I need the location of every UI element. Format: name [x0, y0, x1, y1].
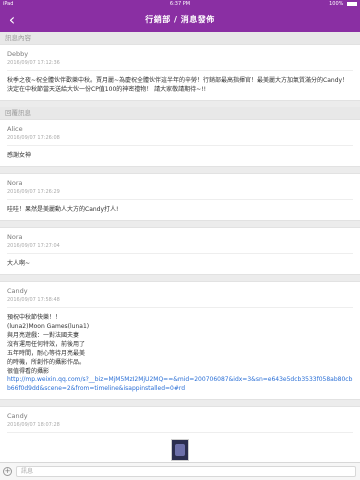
clock: 6:37 PM — [169, 1, 191, 7]
message-card: Debby 2016/09/07 17:12:36 秋季之夜~祝全體伙伴歡樂中秋… — [0, 44, 360, 101]
battery-icon — [347, 1, 357, 6]
message-author: Debby — [7, 50, 29, 58]
scroll-content[interactable]: 訊息內容 Debby 2016/09/07 17:12:36 秋季之夜~祝全體伙… — [0, 32, 360, 462]
reply-author: Nora — [7, 233, 23, 241]
reply-card: Candy 2016/09/07 18:07:28 — [0, 406, 360, 462]
reply-author: Alice — [7, 125, 23, 133]
shared-link[interactable]: http://mp.weixin.qq.com/s?__biz=MjM5MzI2… — [7, 376, 353, 393]
message-body: 秋季之夜~祝全體伙伴歡樂中秋。賈月麗~為慶祝全體伙伴這半年的辛勞！行銷部最高指揮… — [7, 77, 349, 93]
page-title: 行銷部 / 消息發佈 — [145, 15, 215, 24]
reply-body: 預祝中秋節快樂！！ (luna2)Moon Games(luna1) 與月亮遊戲… — [7, 314, 90, 375]
reply-author: Candy — [7, 287, 28, 295]
reply-time: 2016/09/07 17:26:29 — [7, 189, 353, 200]
reply-card: Alice 2016/09/07 17:26:08 感謝女神 — [0, 119, 360, 167]
reply-author: Candy — [7, 412, 28, 420]
message-input[interactable] — [16, 466, 356, 477]
reply-time: 2016/09/07 17:26:08 — [7, 135, 353, 146]
photo-thumbnail[interactable] — [171, 439, 189, 461]
reply-author: Nora — [7, 179, 23, 187]
reply-section-header: 回覆訊息 — [0, 107, 360, 119]
reply-body: 大人啊~ — [7, 260, 31, 267]
battery-indicator: 100% — [329, 1, 357, 7]
reply-card: Nora 2016/09/07 17:26:29 哇哇！果然是美麗動人大方的Ca… — [0, 173, 360, 221]
reply-card: Candy 2016/09/07 17:58:48 預祝中秋節快樂！！ (lun… — [0, 281, 360, 400]
reply-time: 2016/09/07 17:27:04 — [7, 243, 353, 254]
reply-body: 感謝女神 — [7, 152, 32, 159]
message-section-header: 訊息內容 — [0, 32, 360, 44]
message-time: 2016/09/07 17:12:36 — [7, 60, 353, 71]
reply-time: 2016/09/07 18:07:28 — [7, 422, 353, 433]
reply-body: 哇哇！果然是美麗動人大方的Candy打人! — [7, 206, 119, 213]
add-attachment-icon[interactable]: + — [3, 467, 12, 476]
battery-percent: 100% — [329, 1, 344, 7]
status-bar: iPad 6:37 PM 100% — [0, 0, 360, 8]
compose-bar: + — [0, 462, 360, 480]
navigation-bar: ‹ 行銷部 / 消息發佈 — [0, 8, 360, 32]
reply-card: Nora 2016/09/07 17:27:04 大人啊~ — [0, 227, 360, 275]
reply-time: 2016/09/07 17:58:48 — [7, 297, 353, 308]
